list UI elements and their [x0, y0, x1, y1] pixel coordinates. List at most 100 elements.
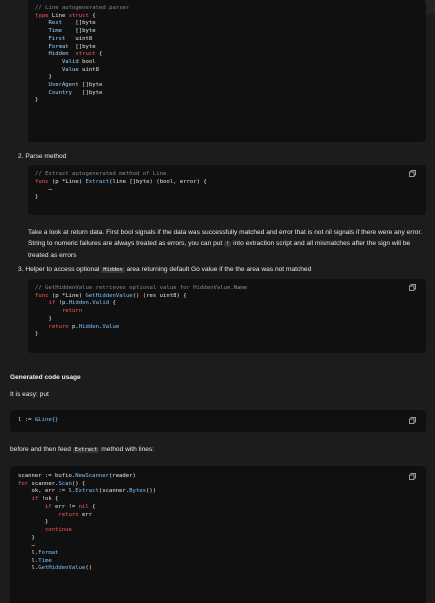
code-token: l. — [18, 565, 39, 572]
code-scanner: scanner := bufio.NewScanner(reader) for s… — [18, 473, 156, 573]
code-line: l := &Line{} — [18, 417, 58, 425]
code-token: func — [35, 292, 52, 299]
code-token: () — [85, 565, 93, 572]
code-token: Bytes — [129, 488, 146, 495]
code-token: (p *Line) — [51, 292, 86, 299]
code-token: (reader) — [108, 473, 136, 479]
code-line: Value uint8 — [35, 67, 129, 75]
code-token: GetHiddenValue — [85, 292, 133, 299]
code-token: } — [35, 315, 52, 322]
code-token: []byte — [82, 89, 103, 96]
code-token: return — [35, 323, 73, 330]
easy-text: It is easy: put — [10, 391, 49, 398]
code-token: UserAgent — [35, 82, 83, 89]
code-token: nil — [78, 503, 89, 510]
code-token: err — [82, 511, 93, 518]
copy-icon[interactable] — [409, 473, 416, 480]
code-token: } — [35, 74, 52, 81]
code-line: return p.Hidden.Value — [35, 324, 247, 332]
code-line: l.Format — [18, 550, 156, 558]
code-token: Hidden — [78, 323, 100, 330]
code-token: (scanner. — [98, 488, 130, 495]
code-line: if !p.Hidden.Valid { — [35, 300, 247, 308]
code-token: (p *Line) — [51, 178, 86, 185]
code-line: if err != nil { — [18, 504, 156, 512]
code-token: … — [18, 542, 35, 549]
code-token: { — [95, 51, 103, 58]
code-token: } — [18, 519, 49, 526]
return-data-paragraph: Take a look at return data. First bool s… — [28, 227, 428, 261]
code-line: … — [35, 186, 207, 194]
code-token: l. — [18, 550, 39, 557]
code-token: Value — [102, 323, 120, 330]
code-token: scanner. — [31, 480, 59, 487]
code-token: if — [35, 300, 59, 307]
code-token: !ok { — [41, 496, 59, 503]
code-token: NewScanner — [75, 473, 109, 479]
code-token: Scan — [58, 480, 72, 487]
code-token: // Extract autogenerated method of Line — [35, 171, 167, 177]
code-token: Line — [51, 12, 69, 19]
code-line: func (p *Line) GetHiddenValue() (res uin… — [35, 293, 247, 301]
code-line: } — [18, 535, 156, 543]
code-token: { — [109, 300, 116, 307]
code-extract: // Extract autogenerated method of Line f… — [35, 171, 207, 202]
code-line: } — [35, 97, 129, 105]
code-token: Time — [35, 28, 76, 35]
code-token: { — [88, 12, 96, 19]
code-token: continue — [18, 526, 72, 533]
code-token: []byte — [75, 28, 96, 35]
code-usage: l := &Line{} — [18, 417, 58, 425]
code-line: ok, err := l.Extract(scanner.Bytes()) — [18, 488, 156, 496]
code-line: scanner := bufio.NewScanner(reader) — [18, 473, 156, 481]
code-token: uint8 — [82, 66, 99, 73]
code-token: GetHiddenValue — [38, 565, 86, 572]
code-token: return — [18, 511, 82, 518]
code-token: l := — [18, 417, 35, 423]
code-struct: // Line autogenerated parser type Line st… — [35, 5, 129, 105]
code-line: // Line autogenerated parser — [35, 5, 129, 13]
code-token: !p. — [58, 300, 69, 307]
code-token: Extract — [75, 488, 99, 495]
code-hidden: // GetHiddenValue retrieves optional val… — [35, 285, 247, 339]
code-token: (line []byte) (bool, error) { — [109, 178, 207, 185]
code-line: } — [35, 331, 247, 339]
code-token: Value — [35, 66, 83, 73]
code-line: l.GetHiddenValue() — [18, 565, 156, 573]
code-token: } — [35, 97, 39, 104]
code-token: First — [35, 35, 76, 42]
code-token: uint8 — [75, 35, 93, 42]
code-token: return — [35, 308, 83, 315]
inline-code-extract: Extract — [72, 447, 100, 453]
code-token: Format — [35, 43, 76, 50]
code-line: Rest []byte — [35, 20, 129, 28]
code-line: func (p *Line) Extract(line []byte) (boo… — [35, 179, 207, 187]
copy-icon[interactable] — [409, 170, 416, 177]
code-token: Time — [38, 557, 52, 564]
code-token: () { — [71, 480, 86, 487]
code-line: UserAgent []byte — [35, 82, 129, 90]
code-token: func — [35, 178, 52, 185]
code-token: []byte — [82, 82, 103, 89]
code-line: Country []byte — [35, 90, 129, 98]
code-token: ok, err := l. — [18, 488, 76, 495]
code-token: struct — [68, 12, 89, 19]
code-line: return err — [18, 512, 156, 520]
code-line: return — [35, 308, 247, 316]
feed-text-post: method with lines: — [99, 446, 155, 453]
code-line: continue — [18, 527, 156, 535]
inline-code-hidden: Hidden — [101, 267, 125, 273]
code-line: // GetHiddenValue retrieves optional val… — [35, 285, 247, 293]
code-token: []byte — [75, 43, 96, 50]
copy-icon[interactable] — [409, 417, 416, 424]
code-line: type Line struct { — [35, 13, 129, 21]
section-heading-usage: Generated code usage — [10, 374, 81, 381]
code-token: { — [88, 503, 96, 510]
code-token: scanner := bufio. — [18, 473, 76, 479]
list-item-parse-method: 2. Parse method — [18, 153, 67, 160]
copy-icon[interactable] — [409, 284, 416, 291]
code-token: struct — [75, 51, 96, 58]
code-line: // Extract autogenerated method of Line — [35, 171, 207, 179]
code-token: ()) — [146, 488, 157, 495]
code-line: Format []byte — [35, 44, 129, 52]
